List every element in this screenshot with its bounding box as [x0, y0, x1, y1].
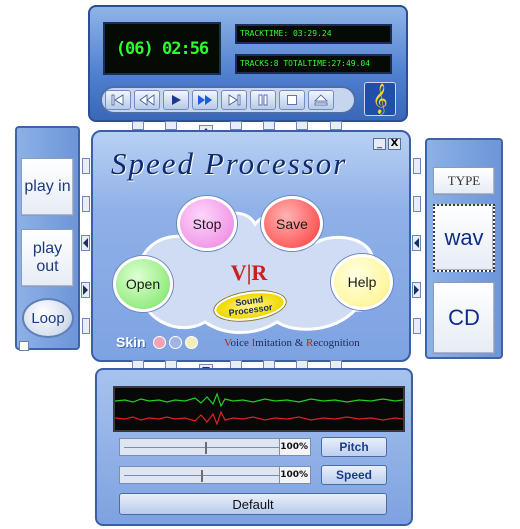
stop-button[interactable]: Stop	[177, 196, 237, 251]
speed-slider-track	[124, 475, 304, 476]
minimize-button[interactable]: _	[373, 138, 386, 150]
frame-notch	[296, 121, 308, 130]
stop-playback-button[interactable]	[279, 90, 305, 110]
skin-blue-dot[interactable]	[169, 336, 182, 349]
close-button[interactable]: X	[388, 138, 401, 150]
skin-yellow-dot[interactable]	[185, 336, 198, 349]
frame-notch	[413, 318, 421, 334]
play-in-button[interactable]: play in	[21, 158, 74, 216]
tracktime-display: TRACKTIME: 03:29.24	[235, 24, 392, 44]
skip-forward-icon	[228, 94, 241, 106]
pitch-button[interactable]: Pitch	[321, 437, 387, 457]
rewind-button[interactable]	[134, 90, 160, 110]
frame-notch	[413, 196, 421, 212]
play-button[interactable]	[163, 90, 189, 110]
fast-forward-icon	[198, 95, 212, 105]
next-track-button[interactable]	[221, 90, 247, 110]
previous-track-button[interactable]	[105, 90, 131, 110]
play-out-button[interactable]: play out	[21, 229, 74, 287]
scroll-right-arrow-icon[interactable]	[412, 282, 421, 298]
voice-imitation-recognition-text: Voice Imitation & Recognition	[224, 337, 360, 349]
speed-button[interactable]: Speed	[321, 465, 387, 485]
help-button[interactable]: Help	[331, 254, 393, 310]
open-button[interactable]: Open	[113, 256, 173, 312]
skip-back-icon	[111, 94, 124, 106]
play-icon	[172, 95, 181, 105]
rewind-icon	[139, 94, 155, 106]
track-display: (06) 02:56	[103, 22, 221, 75]
speed-slider-thumb[interactable]	[201, 470, 204, 482]
eject-button[interactable]	[308, 90, 334, 110]
stop-icon	[287, 95, 297, 105]
scroll-left-arrow-icon[interactable]	[412, 235, 421, 251]
frame-notch	[165, 121, 177, 130]
waveform-graphic	[114, 388, 404, 430]
loop-checkbox[interactable]	[19, 341, 29, 351]
pitch-slider-thumb[interactable]	[205, 442, 207, 454]
default-button[interactable]: Default	[119, 493, 387, 515]
wav-button[interactable]: wav	[433, 204, 495, 272]
vir-logo: V|R	[230, 260, 268, 285]
pause-button[interactable]	[250, 90, 276, 110]
frame-notch	[330, 121, 342, 130]
treble-clef-icon[interactable]: 𝄞	[364, 82, 396, 116]
save-button[interactable]: Save	[261, 196, 323, 251]
skin-pink-dot[interactable]	[153, 336, 166, 349]
type-button[interactable]: TYPE	[433, 167, 495, 195]
pitch-value: 100%	[279, 438, 311, 456]
fast-forward-button[interactable]	[192, 90, 218, 110]
transport-controls	[100, 86, 356, 114]
frame-notch	[82, 196, 90, 212]
app-title: Speed Processor	[111, 146, 348, 181]
frame-notch	[263, 121, 275, 130]
frame-notch	[413, 158, 421, 174]
pause-icon	[258, 94, 268, 106]
loop-button[interactable]: Loop	[22, 298, 74, 338]
speed-processor-window: _ X Speed Processor Stop Save Open Help …	[91, 130, 411, 362]
frame-notch	[230, 121, 242, 130]
scroll-right-arrow-icon[interactable]	[81, 282, 90, 298]
frame-notch	[82, 318, 90, 334]
bottom-panel: 100% Pitch 100% Speed Default	[95, 368, 413, 526]
frame-notch	[132, 121, 144, 130]
frame-notch	[82, 158, 90, 174]
pitch-slider-track	[124, 447, 304, 448]
scroll-up-arrow-icon[interactable]	[199, 120, 213, 135]
waveform-display	[113, 386, 405, 432]
eject-icon	[314, 94, 328, 106]
left-panel: play in play out Loop	[15, 126, 80, 351]
skin-label: Skin	[116, 334, 146, 350]
tracks-display: TRACKS:8 TOTALTIME:27:49.04	[235, 54, 392, 74]
speed-value: 100%	[279, 466, 311, 484]
scroll-left-arrow-icon[interactable]	[81, 235, 90, 251]
cd-button[interactable]: CD	[433, 282, 495, 354]
right-panel: TYPE wav CD	[425, 138, 503, 359]
player-window: (06) 02:56 TRACKTIME: 03:29.24 TRACKS:8 …	[88, 5, 408, 122]
